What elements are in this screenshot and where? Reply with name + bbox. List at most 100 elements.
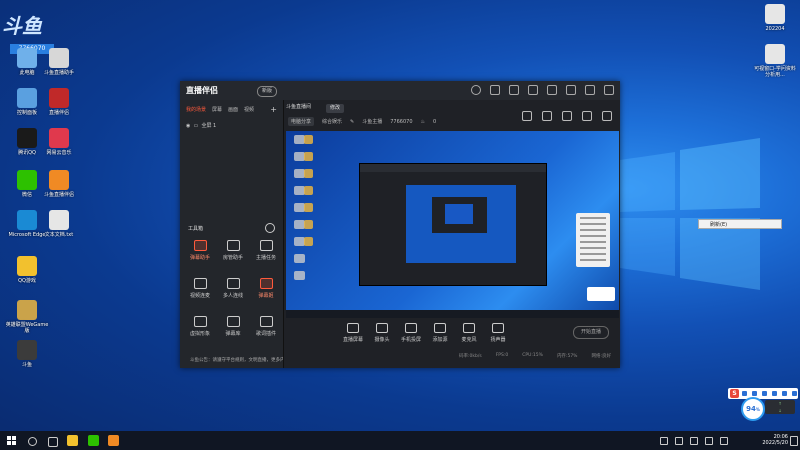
minimize-icon[interactable]: [566, 85, 576, 95]
notification-icon[interactable]: [790, 436, 798, 446]
ime-toolbar[interactable]: S: [728, 388, 798, 399]
desktop-icon[interactable]: 可视窗口-学问资料分析用...: [752, 44, 798, 78]
tool-icon: [226, 240, 240, 251]
language-icon[interactable]: [720, 437, 728, 445]
notice-bar[interactable]: 斗鱼公告：请遵守平台规则，文明直播，更多内容一键查看: [180, 354, 283, 368]
control-label: 麦克风: [461, 337, 477, 343]
record-icon[interactable]: [522, 111, 532, 121]
preview-desktop-icons-2: [304, 135, 314, 254]
lock-icon[interactable]: [542, 111, 552, 121]
version-badge[interactable]: 新版: [257, 86, 278, 97]
close-icon[interactable]: [604, 85, 614, 95]
file-icon: [765, 44, 785, 64]
toolbox-more-icon[interactable]: [265, 223, 275, 233]
status-bar: 码率:0kb/s FPS:0 CPU:15% 内存:57% 网络:良好: [286, 353, 619, 359]
desktop-icon-label: 斗鱼直播伴侣: [43, 192, 74, 198]
room-info: 电脑分享 综合娱乐 ✎ 斗鱼主播 7766070 ♨ 0: [288, 117, 436, 126]
desktop-icon[interactable]: 202204: [752, 4, 798, 32]
screenshot-icon[interactable]: [562, 111, 572, 121]
network-icon[interactable]: [675, 437, 683, 445]
share-icon[interactable]: [602, 111, 612, 121]
task-view-icon[interactable]: [48, 437, 58, 447]
app-icon: [17, 340, 37, 360]
desktop-icon[interactable]: 英雄联盟WeGame版: [4, 300, 50, 334]
gauge-details: ↑ ↓: [765, 400, 795, 414]
performance-gauge[interactable]: 94%: [741, 397, 765, 421]
tool-item[interactable]: 弹幕库: [218, 316, 248, 337]
avatar-icon[interactable]: [471, 85, 481, 95]
tool-item[interactable]: 歌词插件: [251, 316, 281, 337]
control-button[interactable]: 扬声器: [483, 323, 513, 343]
tool-item[interactable]: 视频连麦: [185, 278, 215, 299]
pencil-icon[interactable]: ✎: [350, 119, 354, 125]
control-icon: [492, 323, 504, 333]
control-button[interactable]: 摄像头: [367, 323, 397, 343]
scene-item[interactable]: ◉ ▭ 全屏 1: [186, 122, 216, 129]
volume-icon[interactable]: [705, 437, 713, 445]
room-pill[interactable]: 电脑分享: [288, 117, 315, 126]
bell-icon[interactable]: [582, 111, 592, 121]
edit-title-button[interactable]: 修改: [326, 104, 345, 113]
control-button[interactable]: 添加源: [425, 323, 455, 343]
tool-item[interactable]: 房管助手: [218, 240, 248, 261]
control-button[interactable]: 麦克风: [454, 323, 484, 343]
search-icon[interactable]: [28, 437, 37, 446]
room-category[interactable]: 综合娱乐: [322, 118, 342, 125]
desktop-icon-label: QQ游戏: [18, 278, 36, 284]
status-item: 码率:0kb/s: [459, 354, 482, 359]
desktop-icon[interactable]: QQ游戏: [4, 256, 50, 284]
tool-label: 弹幕助手: [189, 255, 210, 261]
room-owner: 斗鱼主播: [362, 119, 383, 125]
clock[interactable]: 20:06 2022/5/20: [762, 434, 788, 446]
tab-0[interactable]: 我的场景: [186, 106, 206, 113]
status-item: FPS:0: [495, 353, 509, 358]
desktop-icon[interactable]: 斗鱼直播伴侣: [36, 170, 82, 198]
skin-icon[interactable]: [528, 85, 538, 95]
stream-title: 斗鱼直播间: [286, 104, 312, 110]
tool-icon: [226, 278, 240, 289]
control-button[interactable]: 手机投屏: [396, 323, 426, 343]
chevron-up-icon[interactable]: [660, 437, 668, 445]
taskbar-app-qqgame-icon[interactable]: [67, 435, 78, 446]
status-item: CPU:15%: [522, 353, 543, 358]
titlebar-icons: [471, 85, 614, 95]
tab-1[interactable]: 屏幕: [212, 106, 222, 113]
tool-item[interactable]: 虚拟形象: [185, 316, 215, 337]
tool-item[interactable]: 弹幕姬: [251, 278, 281, 299]
desktop-icon[interactable]: 网易云音乐: [36, 128, 82, 156]
tool-item[interactable]: 多人连线: [218, 278, 248, 299]
menu-icon[interactable]: [547, 85, 557, 95]
gift-icon[interactable]: [509, 85, 519, 95]
desktop-icon[interactable]: 直播伴侣: [36, 88, 82, 116]
tab-3[interactable]: 视频: [244, 106, 254, 113]
desktop-icon[interactable]: 斗鱼直播助手: [36, 48, 82, 76]
mail-icon[interactable]: [490, 85, 500, 95]
control-icon: [405, 323, 417, 333]
ime-icon[interactable]: [690, 437, 698, 445]
desktop-icon-label: 202204: [765, 26, 785, 32]
start-icon[interactable]: [7, 436, 16, 445]
source-controls: 开始直播 直播屏幕 摄像头 手机投屏 添加源 麦克风 扬声器: [286, 323, 619, 343]
gauge-unit: %: [755, 407, 760, 412]
app-titlebar: 直播伴侣 新版: [180, 81, 620, 100]
desktop-icon[interactable]: 文本文档.txt: [36, 210, 82, 238]
tool-item[interactable]: 主播任务: [251, 240, 281, 261]
taskbar-app-douyu-icon[interactable]: [108, 435, 119, 446]
live-companion-window: 直播伴侣 新版 我的场景 屏幕 画面 视频 + ◉ ▭ 全屏 1 工具箱 弹幕助手 房管…: [180, 81, 620, 368]
preview-toolbar: [522, 111, 612, 121]
tool-item[interactable]: 弹幕助手: [185, 240, 215, 261]
desktop-context-menu-item[interactable]: 刷新(E): [698, 219, 782, 229]
taskbar-app-wechat-icon[interactable]: [88, 435, 99, 446]
live-preview[interactable]: [286, 131, 619, 318]
app-icon: [17, 88, 37, 108]
maximize-icon[interactable]: [585, 85, 595, 95]
desktop-icon[interactable]: 斗鱼: [4, 340, 50, 368]
control-button[interactable]: 直播屏幕: [338, 323, 368, 343]
app-title: 直播伴侣: [186, 86, 218, 95]
tab-2[interactable]: 画面: [228, 106, 238, 113]
add-scene-icon[interactable]: +: [270, 105, 277, 114]
preview-taskbar: [286, 310, 619, 318]
preview-tray-popup: [587, 287, 615, 301]
tool-icon: [226, 316, 240, 327]
start-live-button[interactable]: 开始直播: [573, 326, 609, 339]
